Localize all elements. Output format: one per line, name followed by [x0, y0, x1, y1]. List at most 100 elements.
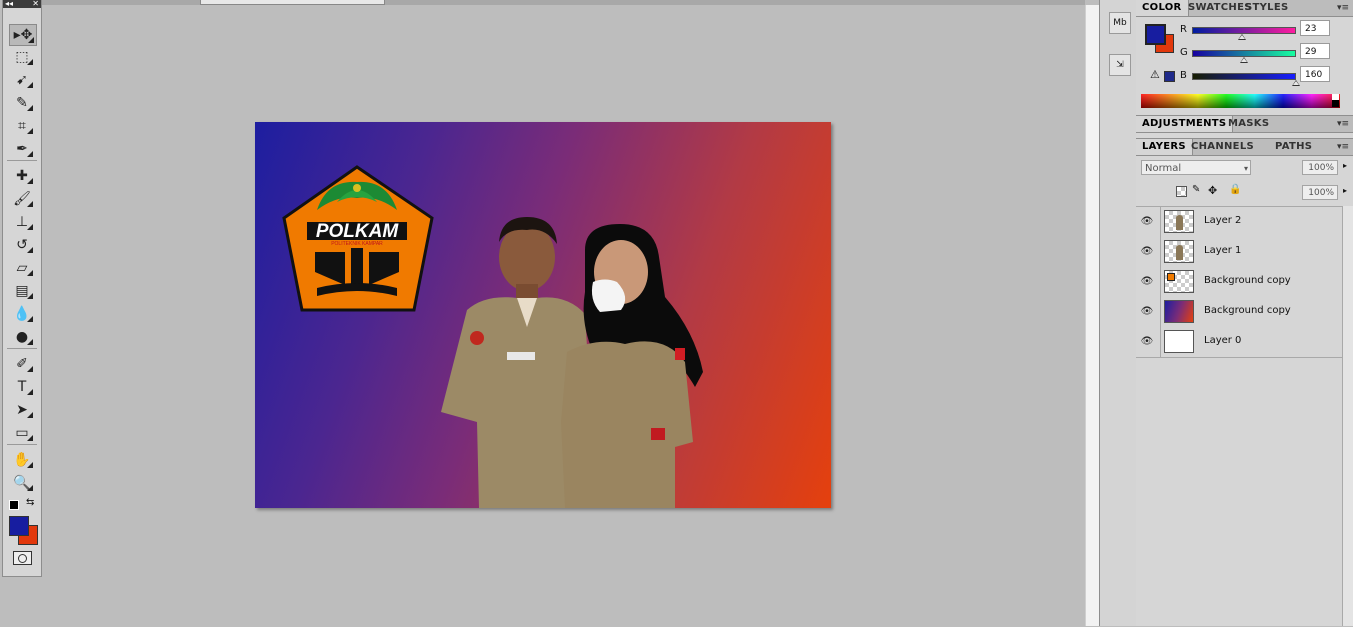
- eraser-tool-icon[interactable]: ▱: [9, 258, 35, 278]
- color-panel-menu-icon[interactable]: ▾≡: [1337, 3, 1349, 13]
- move-tool-icon[interactable]: ▸✥: [9, 24, 37, 46]
- visibility-eye-icon[interactable]: 👁: [1140, 276, 1154, 288]
- channel-label: B: [1180, 70, 1187, 81]
- layer-name[interactable]: Layer 0: [1204, 335, 1241, 346]
- color-panel-tabs: COLOR SWATCHES STYLES ▾≡: [1136, 0, 1353, 17]
- channel-slider-thumb[interactable]: [1238, 34, 1246, 40]
- shape-tool-icon[interactable]: ▭: [9, 423, 35, 443]
- layer-thumbnail[interactable]: [1164, 330, 1194, 353]
- panel-fg-color-swatch[interactable]: [1145, 24, 1166, 45]
- canvas-artwork: POLKAM POLITEKNIK KAMPAR: [282, 165, 703, 508]
- default-colors-icon[interactable]: [9, 500, 19, 510]
- crop-tool-icon[interactable]: ⌗: [9, 116, 35, 136]
- channel-value-field[interactable]: 23: [1300, 20, 1330, 36]
- history-panel-button[interactable]: ⇲: [1109, 54, 1131, 76]
- right-panels: COLOR SWATCHES STYLES ▾≡ ⚠ R 23 G 29 B 160 AD…: [1136, 0, 1353, 626]
- opacity-field[interactable]: 100%: [1302, 160, 1338, 175]
- quick-mask-button[interactable]: [13, 551, 32, 565]
- brush-tool-icon[interactable]: 🖌: [9, 189, 35, 209]
- channel-slider-thumb[interactable]: [1240, 57, 1248, 63]
- lock-all-icon[interactable]: 🔒: [1229, 184, 1241, 195]
- tab-adjustments[interactable]: ADJUSTMENTS: [1136, 116, 1234, 132]
- quick-selection-tool-icon[interactable]: ✎: [9, 93, 35, 113]
- layer-name[interactable]: Background copy: [1204, 275, 1291, 286]
- layer-thumbnail[interactable]: [1164, 270, 1194, 293]
- clone-stamp-tool-icon[interactable]: ⊥: [9, 212, 35, 232]
- visibility-eye-icon[interactable]: 👁: [1140, 246, 1154, 258]
- logo-subtext: POLITEKNIK KAMPAR: [331, 241, 383, 247]
- tools-panel-grip[interactable]: ◂◂ ✕: [3, 0, 41, 8]
- channel-slider-thumb[interactable]: [1292, 80, 1300, 86]
- tab-masks[interactable]: MASKS: [1222, 116, 1275, 132]
- opacity-arrow-icon[interactable]: ▸: [1343, 161, 1347, 170]
- blend-mode-value: Normal: [1145, 163, 1182, 174]
- image-canvas[interactable]: POLKAM POLITEKNIK KAMPAR: [255, 122, 831, 508]
- hand-tool-icon[interactable]: ✋: [9, 450, 35, 470]
- adjustments-panel-menu-icon[interactable]: ▾≡: [1337, 119, 1349, 129]
- adjustments-panel-tabs: ADJUSTMENTS MASKS ▾≡: [1136, 115, 1353, 133]
- channel-value-field[interactable]: 160: [1300, 66, 1330, 82]
- channel-value-field[interactable]: 29: [1300, 43, 1330, 59]
- history-brush-tool-icon[interactable]: ↺: [9, 235, 35, 255]
- black-swatch[interactable]: [1332, 100, 1339, 107]
- layers-panel-menu-icon[interactable]: ▾≡: [1337, 142, 1349, 152]
- channel-label: R: [1180, 24, 1187, 35]
- canvas-scrollbar[interactable]: [1085, 5, 1100, 626]
- fill-field[interactable]: 100%: [1302, 185, 1338, 200]
- healing-brush-tool-icon[interactable]: ✚: [9, 166, 35, 186]
- channel-slider-track[interactable]: [1192, 27, 1296, 34]
- color-spectrum-ramp[interactable]: [1141, 94, 1340, 108]
- slider-b: B 160: [1176, 66, 1346, 88]
- mini-bridge-button[interactable]: Mb: [1109, 12, 1131, 34]
- fill-arrow-icon[interactable]: ▸: [1343, 186, 1347, 195]
- pen-tool-icon[interactable]: ✐: [9, 354, 35, 374]
- visibility-eye-icon[interactable]: 👁: [1140, 216, 1154, 228]
- lock-pixels-icon[interactable]: ✎: [1192, 184, 1200, 195]
- panel-dock: Mb ⇲: [1099, 0, 1138, 626]
- document-tab-bar: [40, 0, 1085, 5]
- zoom-tool-icon[interactable]: 🔍: [9, 473, 35, 493]
- foreground-color-swatch[interactable]: [9, 516, 29, 536]
- swap-colors-icon[interactable]: ⇆: [26, 497, 34, 508]
- type-tool-icon[interactable]: T: [9, 377, 35, 397]
- tab-styles[interactable]: STYLES: [1239, 0, 1294, 16]
- layer-thumbnail[interactable]: [1164, 240, 1194, 263]
- channel-slider-track[interactable]: [1192, 73, 1296, 80]
- lock-position-icon[interactable]: ✥: [1208, 184, 1217, 197]
- layer-name[interactable]: Layer 1: [1204, 245, 1241, 256]
- marquee-tool-icon[interactable]: ⬚: [9, 47, 35, 67]
- layer-row[interactable]: 👁 Layer 1: [1136, 237, 1342, 268]
- lock-transparent-icon[interactable]: [1176, 186, 1187, 197]
- layers-scrollbar[interactable]: [1342, 206, 1353, 626]
- layer-thumbnail[interactable]: [1164, 300, 1194, 323]
- tab-channels[interactable]: CHANNELS: [1185, 139, 1260, 155]
- layer-row[interactable]: 👁 Background copy: [1136, 297, 1342, 328]
- gamut-warning-icon[interactable]: ⚠: [1150, 68, 1160, 81]
- layer-thumbnail[interactable]: [1164, 210, 1194, 233]
- channel-slider-track[interactable]: [1192, 50, 1296, 57]
- slider-r: R 23: [1176, 20, 1346, 42]
- woman-figure: [561, 224, 703, 508]
- blend-mode-select[interactable]: Normal ▾: [1141, 160, 1251, 175]
- tool-separator: [7, 160, 37, 161]
- eyedropper-tool-icon[interactable]: ✒: [9, 139, 35, 159]
- layer-name[interactable]: Layer 2: [1204, 215, 1241, 226]
- path-selection-tool-icon[interactable]: ➤: [9, 400, 35, 420]
- layer-row[interactable]: 👁 Layer 0: [1136, 327, 1342, 358]
- layer-row[interactable]: 👁 Background copy: [1136, 267, 1342, 298]
- visibility-eye-icon[interactable]: 👁: [1140, 336, 1154, 348]
- web-safe-swatch[interactable]: [1164, 71, 1175, 82]
- tab-paths[interactable]: PATHS: [1269, 139, 1318, 155]
- layer-divider: [1160, 207, 1161, 237]
- blur-tool-icon[interactable]: 💧: [9, 304, 35, 324]
- visibility-eye-icon[interactable]: 👁: [1140, 306, 1154, 318]
- gradient-tool-icon[interactable]: ▤: [9, 281, 35, 301]
- tab-color[interactable]: COLOR: [1136, 0, 1189, 16]
- slider-g: G 29: [1176, 43, 1346, 65]
- mini-bridge-icon: Mb: [1113, 18, 1127, 28]
- lasso-tool-icon[interactable]: ➹: [9, 70, 35, 90]
- layer-row[interactable]: 👁 Layer 2: [1136, 207, 1342, 238]
- document-tab[interactable]: [200, 0, 385, 5]
- layer-name[interactable]: Background copy: [1204, 305, 1291, 316]
- dodge-tool-icon[interactable]: ●: [9, 327, 35, 347]
